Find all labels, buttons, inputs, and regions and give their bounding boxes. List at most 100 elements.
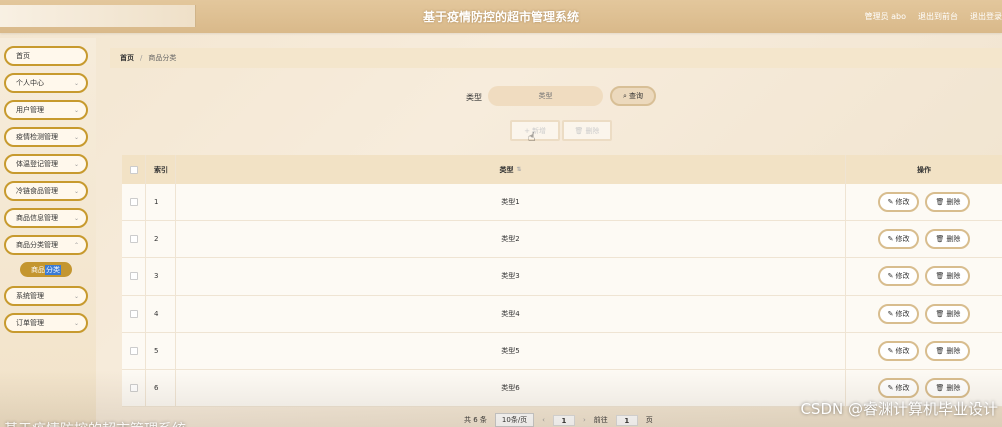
sidebar-item-label: 订单管理 [16, 319, 44, 327]
current-page[interactable]: 1 [552, 414, 575, 426]
search-button[interactable]: ⌕ 查询 [610, 86, 656, 106]
sub-item-label-part: 商品 [31, 265, 45, 274]
table-row: 1 类型1 ✎ 修改 🗑 删除 [122, 184, 1002, 222]
hand-cursor-icon: ☝ [528, 130, 536, 144]
sidebar-item-users[interactable]: 用户管理 ⌄ [4, 100, 88, 120]
delete-button[interactable]: 🗑 删除 [925, 303, 971, 324]
sidebar-item-epidemic-detection[interactable]: 疫情检测管理 ⌄ [4, 127, 88, 147]
row-check-cell [122, 369, 146, 407]
row-checkbox[interactable] [129, 198, 138, 207]
csdn-watermark: CSDN @睿渊计算机毕业设计 [800, 400, 998, 418]
sort-icon[interactable]: ⇅ [516, 166, 521, 173]
header-index: 索引 [146, 155, 176, 184]
chevron-down-icon: ⌄ [73, 134, 79, 141]
edit-button-label: 修改 [895, 272, 910, 281]
breadcrumb-home[interactable]: 首页 [120, 53, 134, 63]
row-checkbox[interactable] [129, 235, 138, 244]
sidebar-item-label: 商品分类管理 [16, 241, 58, 249]
category-table: 索引 类型 ⇅ 操作 1 类型1 ✎ 修改 🗑 删除 2 类型2 ✎ 修改 🗑 删除 3 类型3 ✎ 修改 🗑 删除… [122, 155, 1002, 408]
edit-button[interactable]: ✎ 修改 [877, 192, 920, 213]
sidebar-item-product-info[interactable]: 商品信息管理 ⌄ [4, 208, 88, 228]
row-checkbox[interactable] [129, 384, 138, 393]
breadcrumb-current: 商品分类 [148, 54, 177, 62]
edit-icon: ✎ [887, 384, 894, 393]
table-body: 1 类型1 ✎ 修改 🗑 删除 2 类型2 ✎ 修改 🗑 删除 3 类型3 ✎ 修改 🗑 删除 4 类型4 ✎ 修改 🗑 删除… [122, 184, 1002, 408]
type-search-input[interactable] [488, 86, 603, 106]
header-ops: 操作 [917, 165, 931, 174]
sidebar-item-label: 商品信息管理 [16, 214, 58, 222]
table-row: 2 类型2 ✎ 修改 🗑 删除 [122, 221, 1002, 259]
sidebar-item-product-category[interactable]: 商品分类管理 ⌃ [4, 235, 88, 255]
sidebar-item-cold-chain[interactable]: 冷链食品管理 ⌄ [4, 181, 88, 201]
row-type: 类型4 [176, 295, 846, 332]
chevron-down-icon: ⌄ [73, 215, 79, 222]
trash-icon: 🗑 [935, 309, 945, 318]
select-all-checkbox[interactable] [129, 165, 138, 174]
delete-button-label: 删除 [946, 235, 961, 244]
chevron-down-icon: ⌄ [73, 80, 79, 87]
edit-button[interactable]: ✎ 修改 [877, 378, 920, 399]
delete-button-label: 删除 [946, 384, 961, 393]
goto-label: 前往 [593, 416, 608, 424]
edit-button[interactable]: ✎ 修改 [877, 340, 920, 361]
goto-page-input[interactable]: 1 [615, 414, 638, 426]
delete-button-label: 删除 [946, 198, 961, 207]
sidebar-item-label: 冷链食品管理 [16, 187, 58, 195]
row-check-cell [122, 221, 146, 258]
trash-icon: 🗑 [935, 346, 945, 355]
admin-user-link[interactable]: 管理员 abo [865, 11, 906, 22]
edit-icon: ✎ [887, 272, 894, 281]
sidebar: 首页 个人中心 ⌄ 用户管理 ⌄ 疫情检测管理 ⌄ 体温登记管理 ⌄ 冷链食品管理 ⌄ 商… [0, 38, 96, 427]
edit-button[interactable]: ✎ 修改 [877, 229, 920, 250]
next-page-icon[interactable]: › [583, 416, 586, 424]
sidebar-subitem-product-category[interactable]: 商品 分类 [20, 262, 72, 277]
row-checkbox[interactable] [129, 346, 138, 355]
edit-icon: ✎ [887, 198, 894, 207]
chevron-down-icon: ⌄ [73, 107, 79, 114]
batch-delete-label: 删除 [585, 126, 600, 135]
trash-icon: 🗑 [935, 198, 945, 207]
chevron-down-icon: ⌄ [73, 188, 79, 195]
delete-button[interactable]: 🗑 删除 [925, 378, 971, 399]
row-check-cell [122, 295, 146, 332]
edit-icon: ✎ [887, 235, 894, 244]
edit-button[interactable]: ✎ 修改 [877, 303, 920, 324]
delete-button-label: 删除 [946, 272, 961, 281]
table-row: 3 类型3 ✎ 修改 🗑 删除 [122, 258, 1002, 296]
row-checkbox[interactable] [129, 309, 138, 318]
edit-button-label: 修改 [895, 346, 910, 355]
edit-button[interactable]: ✎ 修改 [877, 266, 920, 287]
top-header: 基于疫情防控的超市管理系统 管理员 abo 退出到前台 退出登录 [0, 0, 1002, 33]
sidebar-item-home[interactable]: 首页 [4, 46, 88, 66]
exit-to-frontend-link[interactable]: 退出到前台 [918, 11, 958, 22]
row-type: 类型1 [176, 184, 846, 221]
search-button-label: 查询 [628, 92, 643, 100]
table-row: 5 类型5 ✎ 修改 🗑 删除 [122, 332, 1002, 370]
batch-delete-button[interactable]: 🗑 删除 [562, 120, 612, 141]
logout-link[interactable]: 退出登录 [970, 11, 1002, 22]
sidebar-item-label: 疫情检测管理 [16, 133, 58, 141]
pagination: 共 6 条 10条/页 ‹ 1 › 前往 1 页 [464, 413, 653, 427]
page-size-select[interactable]: 10条/页 [494, 413, 535, 427]
delete-button[interactable]: 🗑 删除 [925, 266, 971, 287]
delete-button[interactable]: 🗑 删除 [925, 340, 971, 361]
row-index: 3 [146, 258, 176, 295]
header-check-cell [122, 155, 146, 184]
sidebar-item-orders[interactable]: 订单管理 ⌄ [4, 313, 88, 333]
edit-icon: ✎ [887, 346, 894, 355]
row-checkbox[interactable] [129, 272, 138, 281]
row-ops: ✎ 修改 🗑 删除 [846, 333, 1002, 369]
sidebar-item-personal-center[interactable]: 个人中心 ⌄ [4, 73, 88, 93]
sidebar-item-system[interactable]: 系统管理 ⌄ [4, 286, 88, 306]
breadcrumb-separator: / [140, 54, 143, 62]
row-type: 类型5 [176, 332, 846, 369]
row-check-cell [122, 184, 146, 221]
prev-page-icon[interactable]: ‹ [542, 416, 545, 424]
sidebar-item-temperature[interactable]: 体温登记管理 ⌄ [4, 154, 88, 174]
delete-button-label: 删除 [946, 309, 961, 318]
header-type[interactable]: 类型 ⇅ [176, 155, 846, 184]
delete-button[interactable]: 🗑 删除 [925, 192, 971, 213]
bottom-caption: 基于疫情防控的超市管理系统 [4, 419, 186, 427]
header-links: 管理员 abo 退出到前台 退出登录 [865, 11, 1002, 22]
delete-button[interactable]: 🗑 删除 [925, 229, 971, 250]
